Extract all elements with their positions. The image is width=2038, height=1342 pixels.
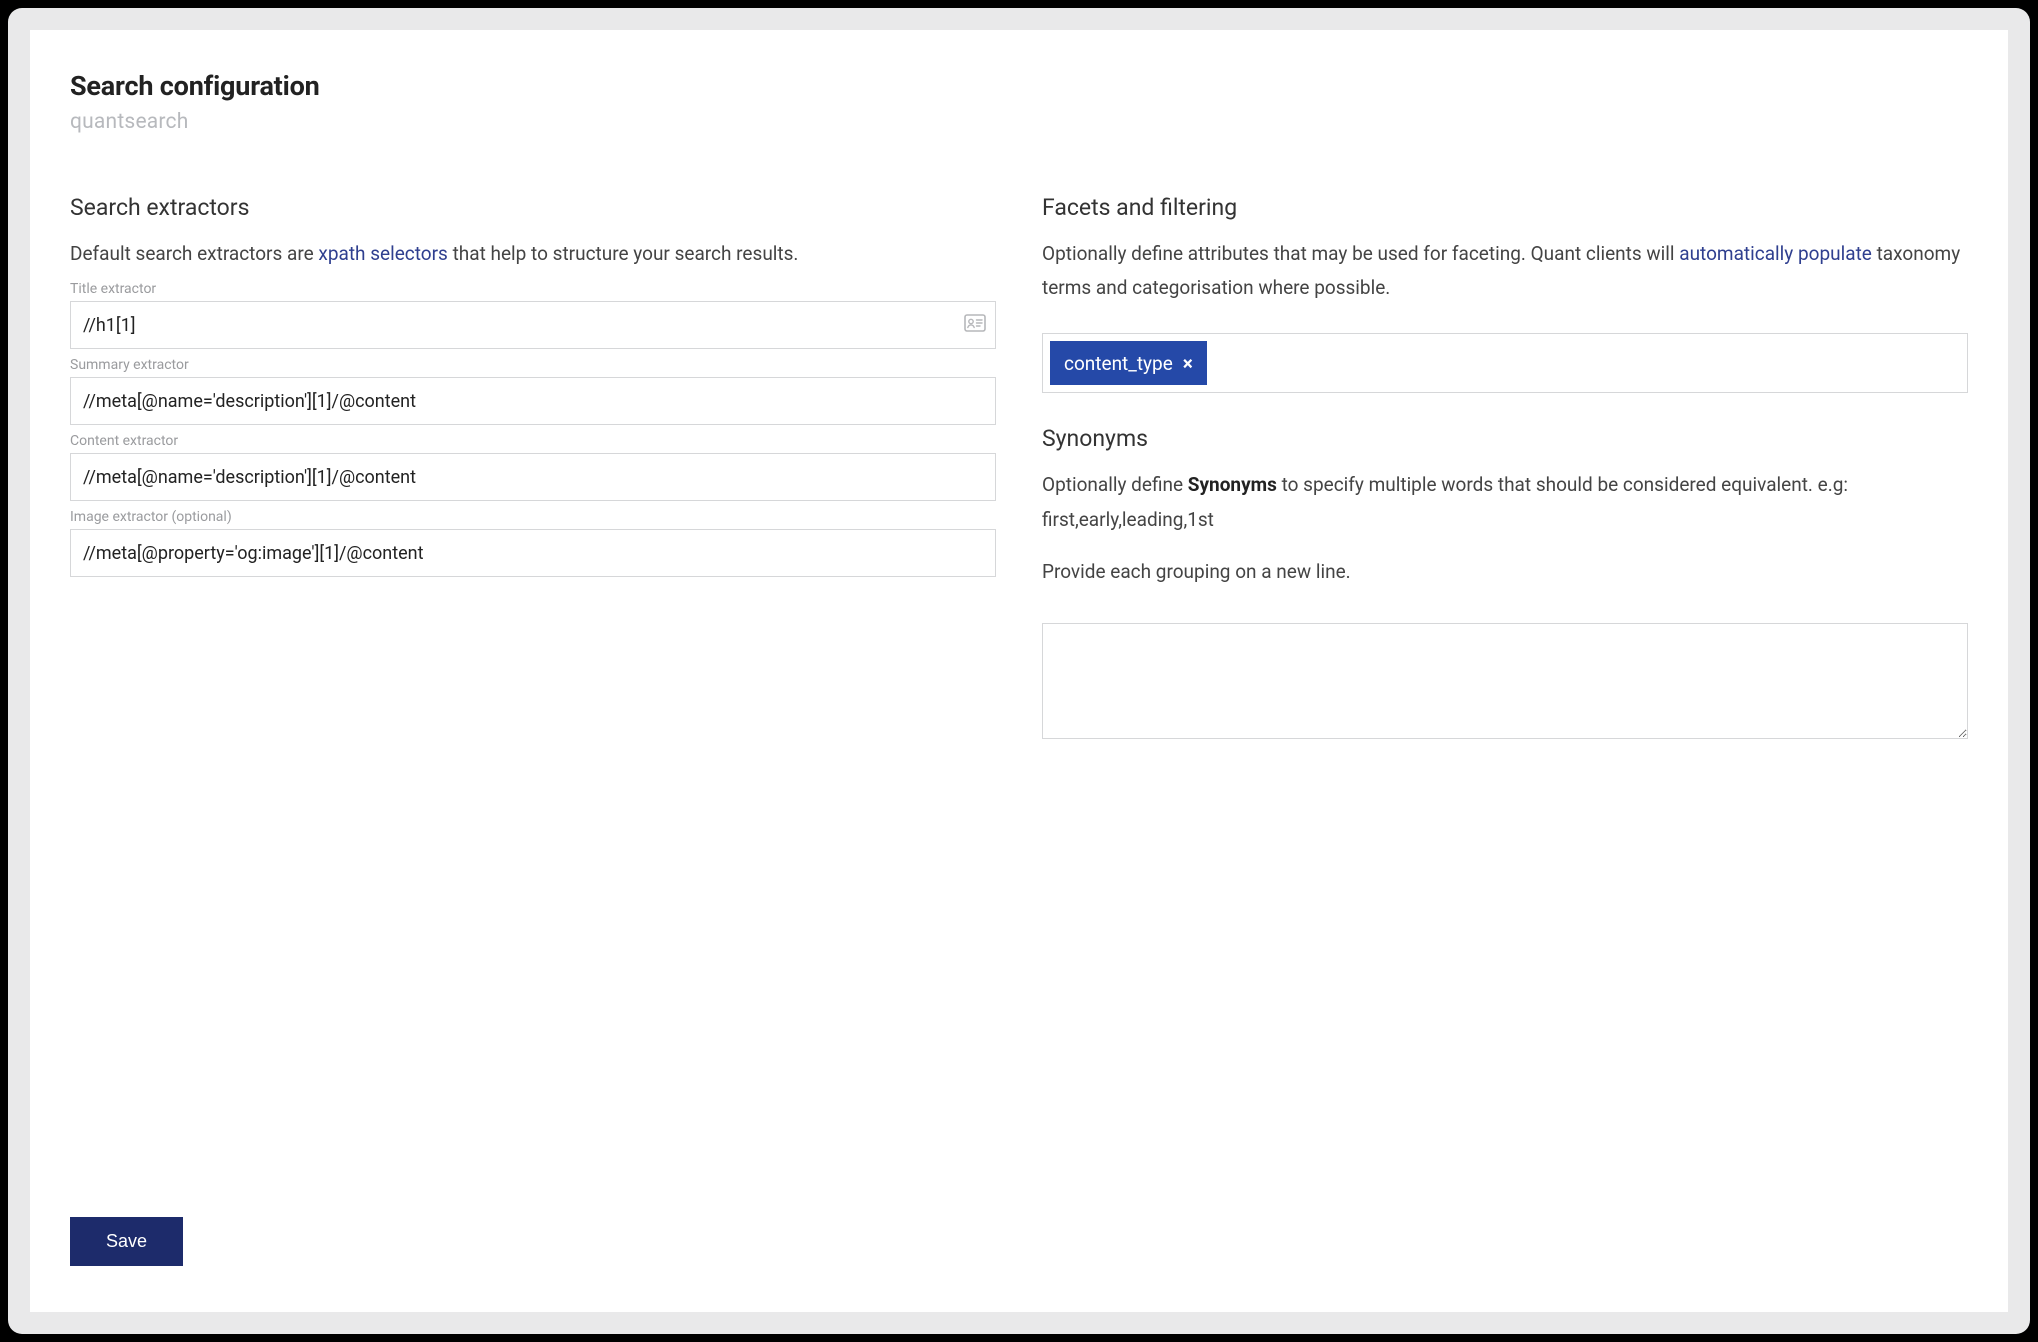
synonyms-hint: Provide each grouping on a new line.: [1042, 555, 1968, 589]
extractors-desc-suffix: that help to structure your search resul…: [448, 242, 799, 265]
summary-extractor-input[interactable]: [70, 377, 996, 425]
content-extractor-input[interactable]: [70, 453, 996, 501]
extractors-desc-prefix: Default search extractors are: [70, 242, 318, 265]
extractors-description: Default search extractors are xpath sele…: [70, 237, 996, 271]
columns: Search extractors Default search extract…: [70, 194, 1968, 743]
synonyms-heading: Synonyms: [1042, 425, 1968, 452]
title-extractor-wrap: [70, 301, 996, 349]
summary-extractor-label: Summary extractor: [70, 357, 996, 373]
page-subtitle: quantsearch: [70, 110, 1968, 134]
facet-tag-label: content_type: [1064, 352, 1173, 375]
facet-tag: content_type ×: [1050, 341, 1207, 385]
content-extractor-label: Content extractor: [70, 433, 996, 449]
title-extractor-input[interactable]: [70, 301, 996, 349]
config-card: Search configuration quantsearch Search …: [30, 30, 2008, 1312]
xpath-selectors-link[interactable]: xpath selectors: [318, 242, 447, 265]
facets-description: Optionally define attributes that may be…: [1042, 237, 1968, 305]
title-extractor-label: Title extractor: [70, 281, 996, 297]
facet-tag-remove[interactable]: ×: [1183, 352, 1193, 375]
facets-desc-prefix: Optionally define attributes that may be…: [1042, 242, 1679, 265]
facets-column: Facets and filtering Optionally define a…: [1042, 194, 1968, 743]
image-extractor-input[interactable]: [70, 529, 996, 577]
auto-populate-link[interactable]: automatically populate: [1679, 242, 1872, 265]
save-button[interactable]: Save: [70, 1217, 183, 1266]
synonyms-input[interactable]: [1042, 623, 1968, 739]
synonyms-desc-prefix: Optionally define: [1042, 473, 1188, 496]
window-frame: Search configuration quantsearch Search …: [8, 8, 2030, 1334]
page-title: Search configuration: [70, 70, 1968, 102]
facets-tag-input[interactable]: content_type ×: [1042, 333, 1968, 393]
synonyms-desc-strong: Synonyms: [1188, 473, 1277, 496]
synonyms-section: Synonyms Optionally define Synonyms to s…: [1042, 425, 1968, 743]
image-extractor-label: Image extractor (optional): [70, 509, 996, 525]
extractors-heading: Search extractors: [70, 194, 996, 221]
synonyms-description: Optionally define Synonyms to specify mu…: [1042, 468, 1968, 536]
extractors-column: Search extractors Default search extract…: [70, 194, 996, 743]
facets-heading: Facets and filtering: [1042, 194, 1968, 221]
